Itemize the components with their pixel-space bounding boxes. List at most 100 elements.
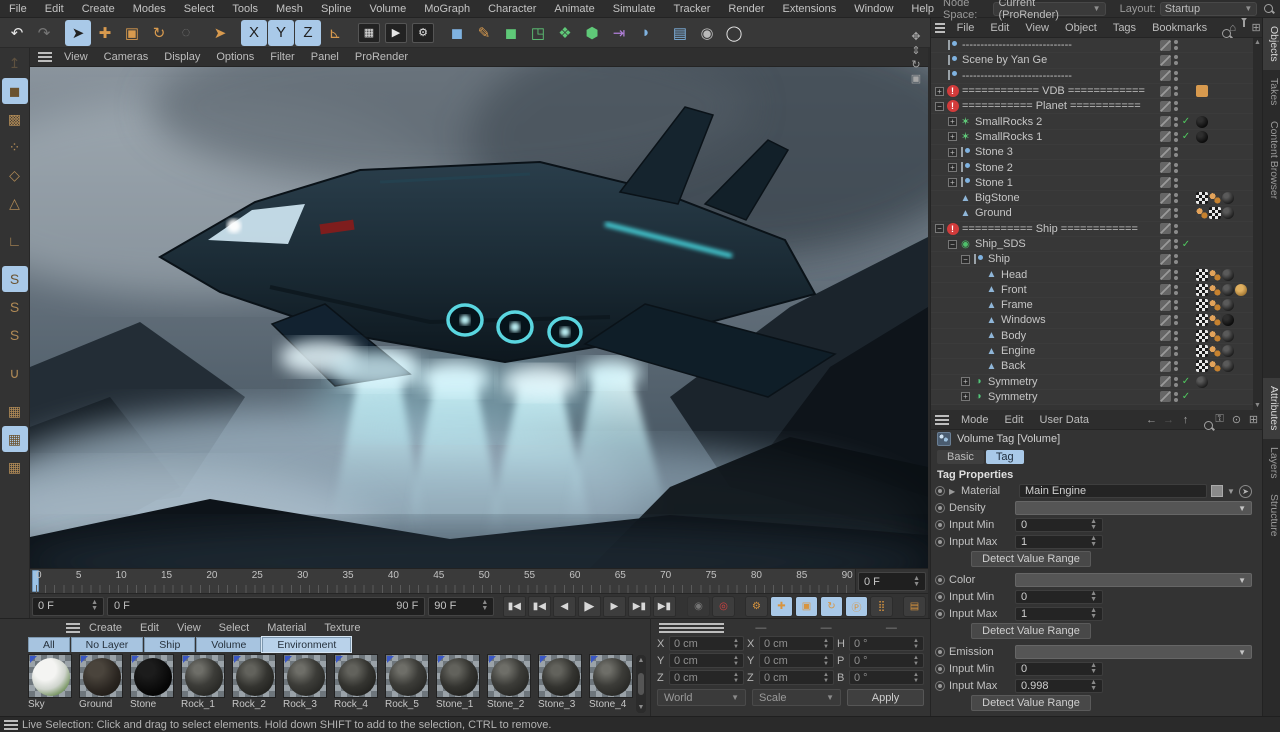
texture-mode-icon[interactable]: ▩ [2, 106, 28, 132]
mat-menu-view[interactable]: View [168, 622, 210, 634]
material-item[interactable]: Rock_3 [283, 654, 329, 710]
visibility-dots-icon[interactable] [1173, 315, 1178, 326]
snap-orange-icon[interactable]: S [2, 294, 28, 320]
layer-toggle-icon[interactable] [1160, 70, 1171, 82]
uvw-tag-icon[interactable] [1196, 207, 1208, 220]
object-axis-mode-icon[interactable]: ∟ [2, 228, 28, 254]
layer-toggle-icon[interactable] [1160, 85, 1171, 97]
spinner-arrows-icon[interactable]: ▲ ▼ [1090, 590, 1097, 603]
expand-caret-icon[interactable]: ▶ [949, 487, 957, 496]
layer-toggle-icon[interactable] [1160, 284, 1171, 296]
enabled-check-icon[interactable]: ✓ [1180, 391, 1192, 402]
viewport-menu-filter[interactable]: Filter [262, 51, 302, 63]
expand-toggle-icon[interactable]: − [935, 224, 944, 234]
material-thumbnail[interactable] [181, 654, 225, 698]
record-scale-button[interactable]: ▣ [795, 595, 818, 617]
om-menu-object[interactable]: Object [1057, 22, 1105, 34]
layer-toggle-icon[interactable] [1160, 146, 1171, 158]
layer-tab-ship[interactable]: Ship [144, 637, 196, 652]
layer-toggle-icon[interactable] [1160, 39, 1171, 51]
keyframe-dot-icon[interactable] [935, 609, 945, 619]
object-row[interactable]: ▲ Body [931, 328, 1262, 344]
expand-toggle-icon[interactable]: + [948, 147, 957, 157]
color-input-max-field[interactable]: 1 ▲ ▼ [1015, 607, 1103, 621]
object-row[interactable]: ------------------------------ [931, 38, 1262, 54]
keyframe-dot-icon[interactable] [935, 664, 945, 674]
layer-toggle-icon[interactable] [1160, 330, 1171, 342]
floor-icon[interactable]: ▤ [667, 20, 693, 46]
material-chip[interactable] [1211, 485, 1223, 498]
object-row[interactable]: ▲ Engine [931, 343, 1262, 360]
material-thumbnail[interactable] [538, 654, 582, 698]
spinner-arrows-icon[interactable]: ▲ ▼ [823, 655, 829, 667]
object-row[interactable]: ▲ BigStone [931, 190, 1262, 207]
keyframe-dot-icon[interactable] [935, 575, 945, 585]
menu-select[interactable]: Select [175, 3, 224, 15]
object-row[interactable]: −! =========== Ship ============ [931, 221, 1262, 237]
expand-toggle-icon[interactable]: − [961, 254, 970, 264]
mat-menu-texture[interactable]: Texture [315, 622, 369, 634]
emission-gradient-dropdown[interactable]: ▼ [1015, 645, 1252, 659]
coord-scale-field[interactable]: 0 cm ▲ ▼ [759, 636, 834, 651]
timeline-window-button[interactable]: ▤ [903, 595, 926, 617]
render-settings-icon[interactable]: ⚙ [410, 20, 436, 46]
material-item[interactable]: Rock_5 [385, 654, 431, 710]
pan-view-icon[interactable]: ✥ [908, 29, 924, 43]
object-row[interactable]: + Stone 3 [931, 145, 1262, 161]
keyframe-dot-icon[interactable] [935, 681, 945, 691]
object-row[interactable]: ▲ Windows [931, 313, 1262, 329]
viewport-scene[interactable] [30, 67, 928, 568]
locked-workplane-icon[interactable]: ▦ [1, 426, 28, 452]
goto-start-button[interactable]: ▮◀ [502, 595, 526, 617]
checker-tag-icon[interactable] [1196, 192, 1208, 205]
menu-tracker[interactable]: Tracker [665, 3, 720, 15]
object-row[interactable]: Scene by Yan Ge [931, 53, 1262, 69]
attr-menu-mode[interactable]: Mode [953, 414, 997, 426]
enabled-check-icon[interactable]: ✓ [1180, 116, 1192, 127]
sphere-dk-tag-icon[interactable] [1222, 314, 1234, 327]
material-scrollbar[interactable]: ▲ ▼ [636, 655, 646, 713]
object-row[interactable]: + ✶ SmallRocks 2 ✓ [931, 114, 1262, 130]
sphere-tag-icon[interactable] [1222, 207, 1234, 220]
keyframe-dot-icon[interactable] [935, 486, 945, 497]
uvw-tag-icon[interactable] [1209, 283, 1221, 296]
sphere-dk-tag-icon[interactable] [1196, 130, 1208, 143]
visibility-dots-icon[interactable] [1173, 40, 1178, 51]
rotate-workplane-icon[interactable]: ▦ [2, 454, 28, 480]
visibility-dots-icon[interactable] [1173, 330, 1178, 341]
layer-tab-no-layer[interactable]: No Layer [70, 637, 144, 652]
layer-toggle-icon[interactable] [1160, 116, 1171, 128]
menu-mograph[interactable]: MoGraph [415, 3, 479, 15]
checker-tag-icon[interactable] [1196, 329, 1208, 342]
expand-toggle-icon[interactable]: + [961, 377, 970, 387]
color-gradient-dropdown[interactable]: ▼ [1015, 573, 1252, 587]
visibility-dots-icon[interactable] [1173, 239, 1178, 249]
menu-simulate[interactable]: Simulate [604, 3, 665, 15]
checker-tag-icon[interactable] [1196, 314, 1208, 327]
spinner-arrows-icon[interactable]: ▲ ▼ [1090, 679, 1097, 692]
visibility-dots-icon[interactable] [1173, 147, 1178, 158]
workplane-icon[interactable]: ▦ [2, 398, 28, 424]
record-pla-button[interactable]: ⣿ [870, 595, 893, 617]
layout-dropdown[interactable]: Startup ▼ [1159, 1, 1258, 16]
object-row[interactable]: ▲ Back [931, 359, 1262, 375]
z-axis-lock-icon[interactable]: Z [295, 19, 321, 46]
expand-toggle-icon[interactable]: + [948, 117, 957, 127]
material-thumbnail[interactable] [436, 654, 480, 698]
hamburger-icon[interactable] [935, 414, 949, 425]
layer-toggle-icon[interactable] [1160, 131, 1171, 143]
visibility-dots-icon[interactable] [1173, 101, 1178, 112]
object-row[interactable]: + ◑ Symmetry ✓ [931, 389, 1262, 406]
panel-tab-content-browser[interactable]: Content Browser [1263, 113, 1280, 207]
hamburger-icon[interactable] [659, 623, 725, 633]
visibility-dots-icon[interactable] [1173, 55, 1178, 66]
filter-icon[interactable] [1239, 14, 1251, 34]
object-row[interactable]: ▲ Head [931, 267, 1262, 283]
tab-tag[interactable]: Tag [985, 449, 1024, 464]
material-thumbnail[interactable] [79, 654, 123, 698]
note-tag-icon[interactable] [1196, 85, 1208, 98]
expand-toggle-icon[interactable]: + [961, 392, 970, 402]
visibility-dots-icon[interactable] [1173, 254, 1178, 265]
coord-rotation-field[interactable]: 0 ° ▲ ▼ [849, 653, 924, 668]
timeline-ruler[interactable]: 0 5 10 15 20 25 30 35 40 45 50 55 60 65 70 75 80 85 90 0 F… [30, 568, 928, 594]
